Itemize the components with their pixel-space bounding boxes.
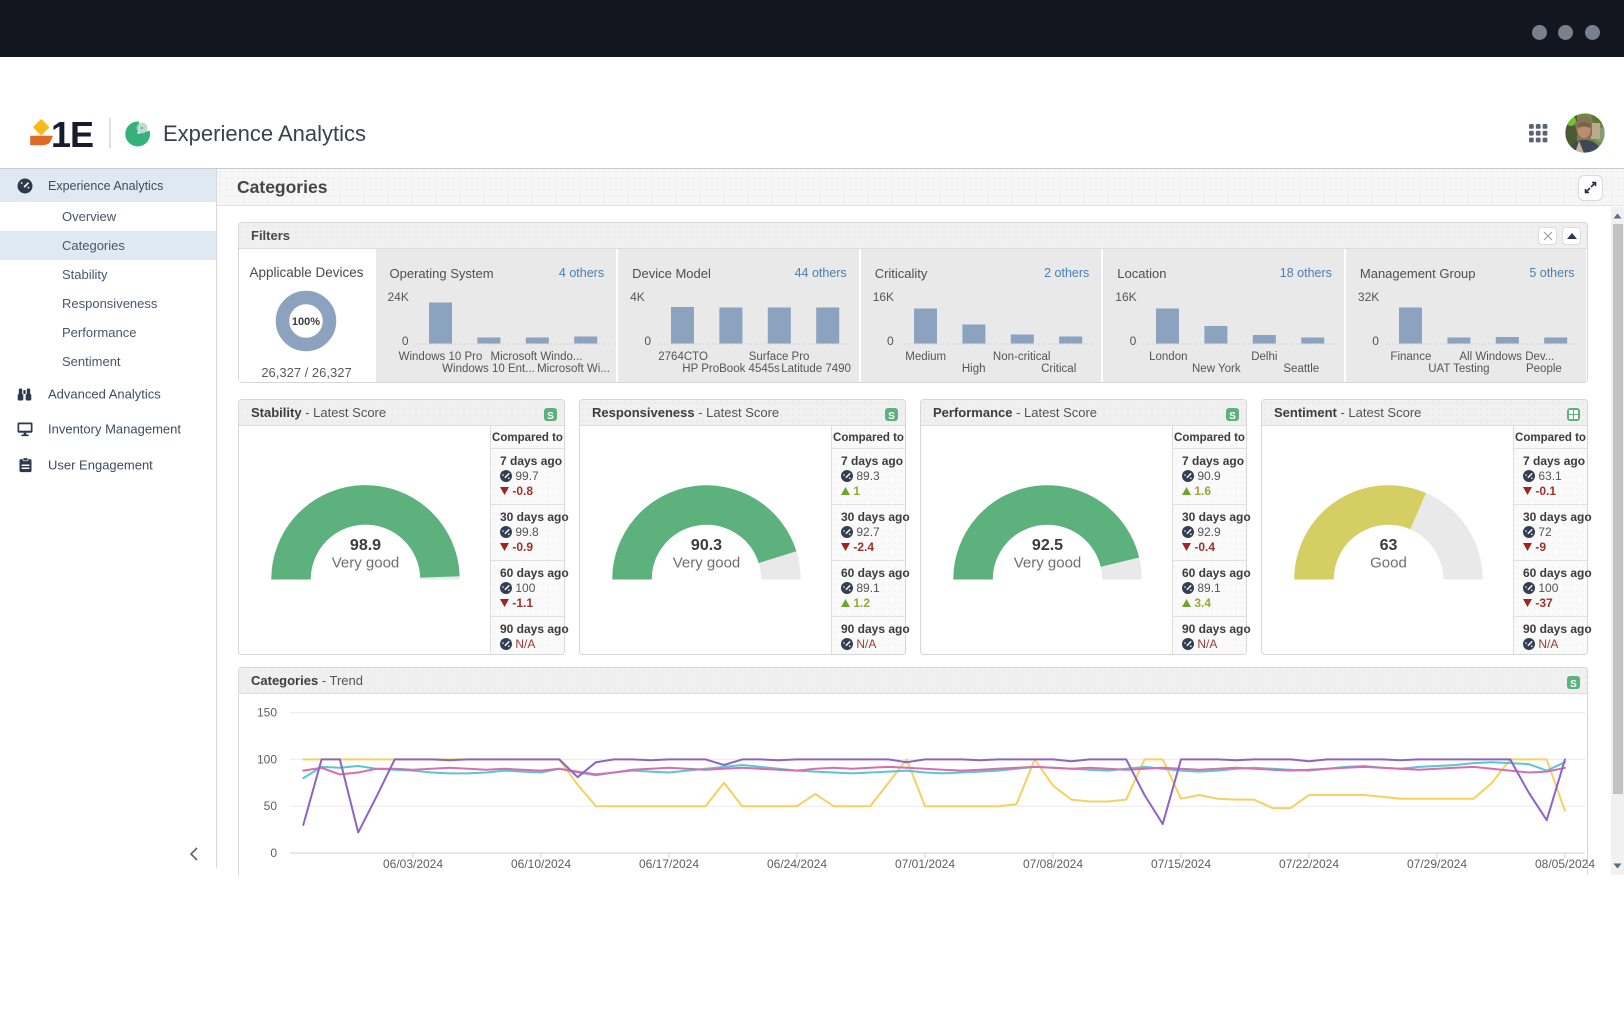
svg-text:Very good: Very good (1014, 555, 1082, 572)
svg-text:92.5: 92.5 (1032, 537, 1063, 554)
svg-text:90.3: 90.3 (691, 537, 722, 554)
svg-text:06/10/2024: 06/10/2024 (511, 857, 571, 871)
svg-text:07/01/2024: 07/01/2024 (895, 857, 955, 871)
svg-text:Very good: Very good (332, 555, 400, 572)
svg-text:1E: 1E (51, 114, 93, 155)
svg-text:06/17/2024: 06/17/2024 (639, 857, 699, 871)
svg-text:100: 100 (257, 752, 277, 766)
svg-text:07/08/2024: 07/08/2024 (1023, 857, 1083, 871)
svg-text:0: 0 (270, 846, 277, 860)
svg-text:06/24/2024: 06/24/2024 (767, 857, 827, 871)
svg-text:07/15/2024: 07/15/2024 (1151, 857, 1211, 871)
svg-text:07/22/2024: 07/22/2024 (1279, 857, 1339, 871)
svg-text:07/29/2024: 07/29/2024 (1407, 857, 1467, 871)
svg-text:50: 50 (264, 799, 278, 813)
svg-text:08/05/2024: 08/05/2024 (1535, 857, 1595, 871)
svg-text:Very good: Very good (673, 555, 741, 572)
svg-text:98.9: 98.9 (350, 537, 381, 554)
svg-text:100%: 100% (292, 316, 320, 328)
svg-text:06/03/2024: 06/03/2024 (383, 857, 443, 871)
svg-text:63: 63 (1380, 537, 1398, 554)
svg-text:Good: Good (1370, 555, 1407, 572)
svg-text:150: 150 (257, 706, 277, 720)
